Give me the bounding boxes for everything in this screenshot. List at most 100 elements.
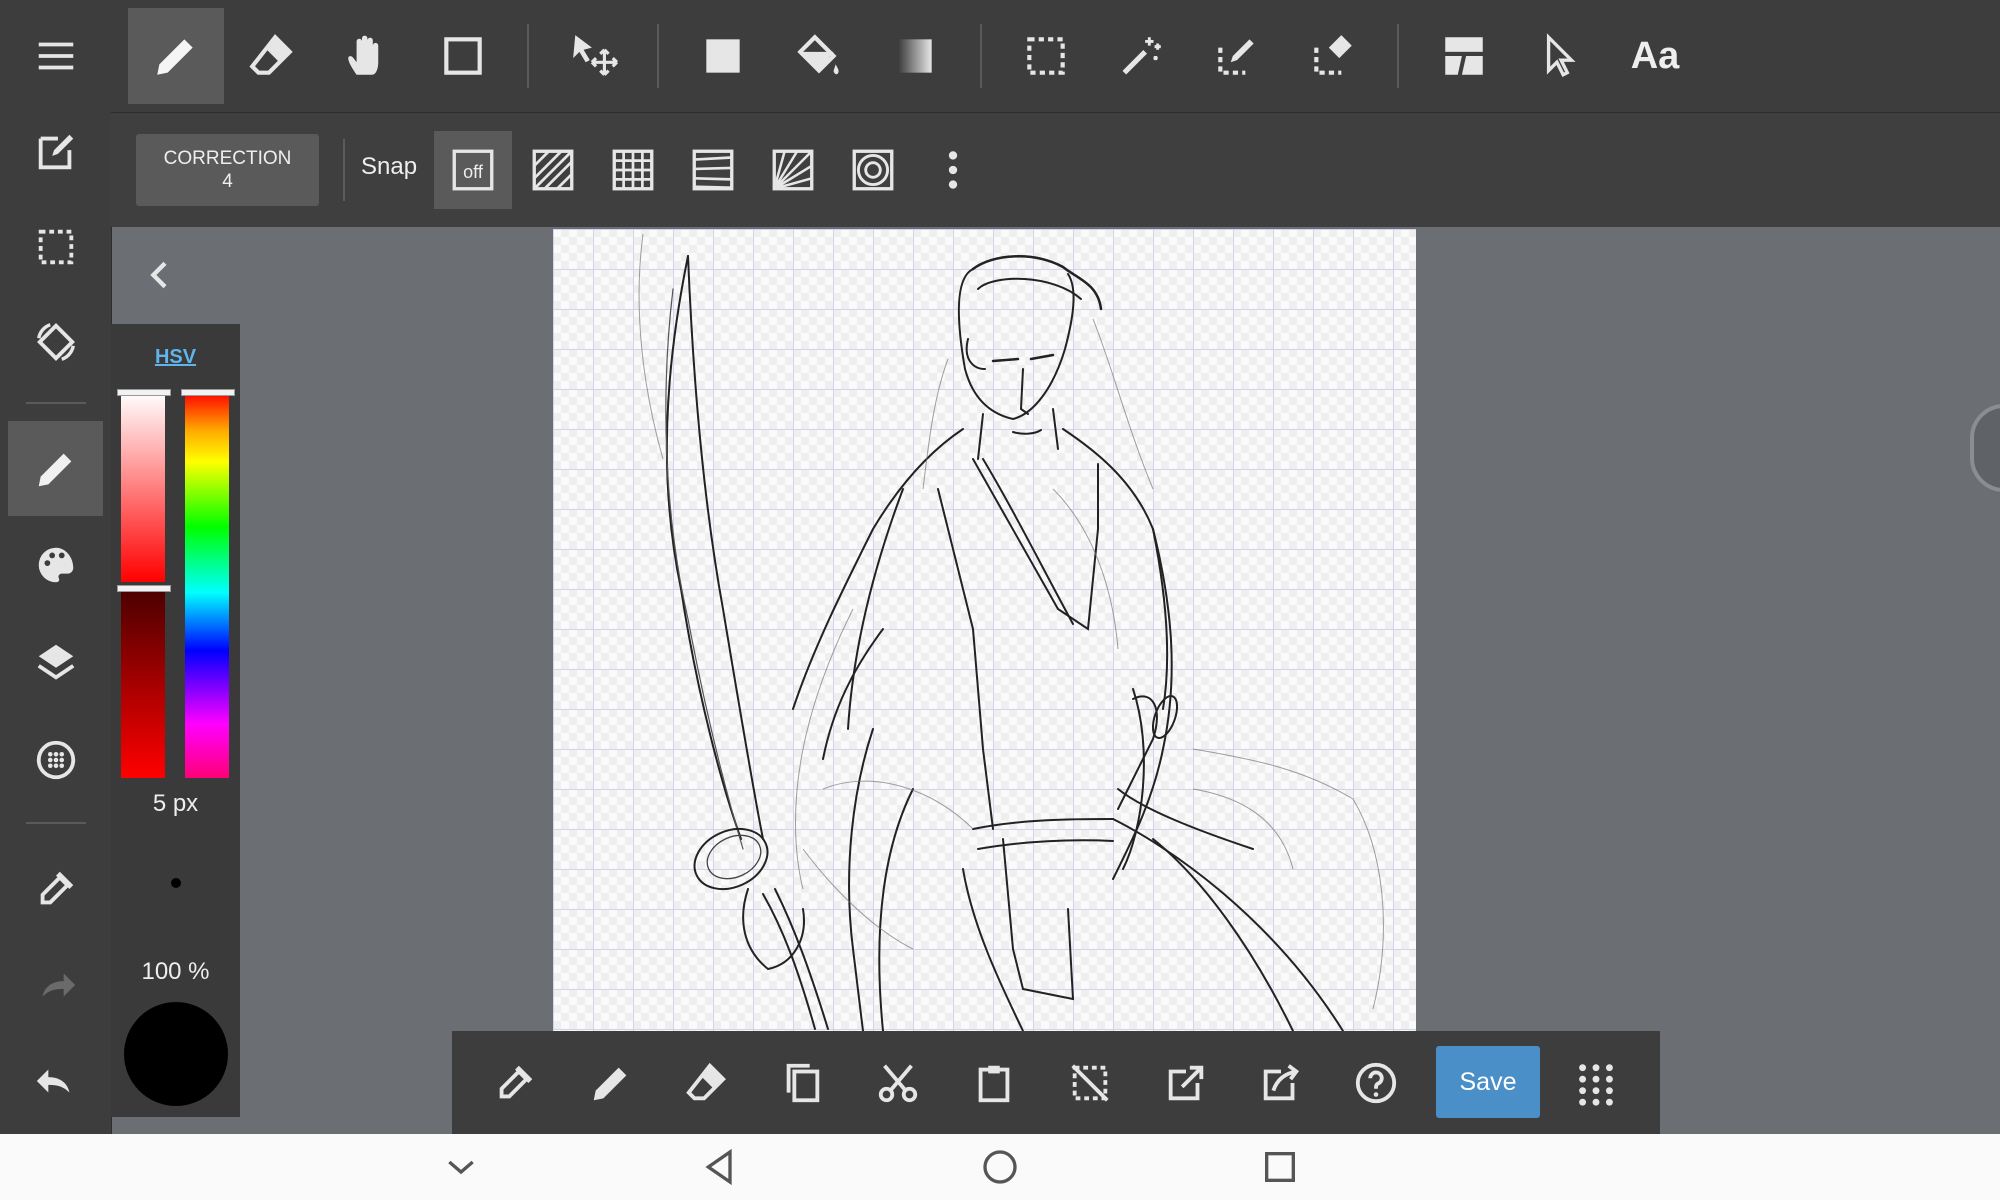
bottom-pen-button[interactable] — [573, 1045, 649, 1121]
back-button[interactable] — [695, 1142, 745, 1192]
toolbar-divider — [1397, 24, 1399, 88]
snap-more-button[interactable] — [914, 131, 992, 209]
pen-tool[interactable] — [128, 8, 224, 104]
correction-label: CORRECTION — [163, 148, 292, 169]
eraser-icon — [683, 1060, 729, 1106]
brush-size-label[interactable]: 5 px — [111, 790, 240, 818]
hand-icon — [342, 31, 392, 81]
bucket-tool[interactable] — [771, 8, 867, 104]
toolbar-divider — [527, 24, 529, 88]
gradient-tool[interactable] — [867, 8, 963, 104]
export-button[interactable] — [1243, 1045, 1319, 1121]
side-panel-handle[interactable] — [1970, 404, 2000, 492]
brush-options-bar: CORRECTION 4 Snap off — [111, 113, 2000, 227]
snap-radial-button[interactable] — [754, 131, 832, 209]
collapse-panel-button[interactable] — [140, 255, 180, 295]
pen-icon — [588, 1060, 634, 1106]
brush-settings-button[interactable] — [8, 712, 103, 807]
hand-tool[interactable] — [319, 8, 415, 104]
palette-button[interactable] — [8, 517, 103, 612]
toolbar-divider — [657, 24, 659, 88]
snap-label: Snap — [361, 153, 418, 180]
chevron-left-icon — [140, 255, 180, 295]
select-eraser-tool[interactable] — [1285, 8, 1381, 104]
bottom-eyedropper-button[interactable] — [477, 1045, 553, 1121]
menu-button[interactable] — [8, 8, 103, 103]
pen-tool-button[interactable] — [8, 421, 103, 516]
save-button[interactable]: Save — [1436, 1046, 1540, 1118]
fill-rect-tool[interactable] — [675, 8, 771, 104]
brush-size-preview — [171, 878, 181, 888]
transform-button[interactable] — [1148, 1045, 1224, 1121]
fill-rect-icon — [698, 31, 748, 81]
rotate-button[interactable] — [8, 294, 103, 389]
shape-tool[interactable] — [415, 8, 511, 104]
deselect-button[interactable] — [1052, 1045, 1128, 1121]
move-tool[interactable] — [546, 8, 642, 104]
select-rect-tool[interactable] — [998, 8, 1094, 104]
cut-button[interactable] — [860, 1045, 936, 1121]
sidebar-divider — [26, 822, 86, 824]
current-color-swatch[interactable] — [124, 1002, 228, 1106]
snap-circle-button[interactable] — [834, 131, 912, 209]
rotate-icon — [33, 319, 79, 365]
snap-grid-button[interactable] — [594, 131, 672, 209]
snap-parallel-button[interactable] — [514, 131, 592, 209]
text-tool-label: Aa — [1630, 34, 1680, 77]
pointer-tool[interactable] — [1511, 8, 1607, 104]
paste-button[interactable] — [956, 1045, 1032, 1121]
chevron-down-icon — [441, 1147, 481, 1187]
sidebar-divider — [26, 402, 86, 404]
help-button[interactable] — [1338, 1045, 1414, 1121]
select-eraser-icon — [1308, 31, 1358, 81]
hide-keyboard-button[interactable] — [436, 1142, 486, 1192]
snap-perspective-icon — [688, 145, 738, 195]
undo-button[interactable] — [8, 1033, 103, 1128]
color-panel: HSV 5 px 100 % — [111, 324, 240, 1117]
eraser-tool[interactable] — [223, 8, 319, 104]
magic-wand-icon — [1116, 31, 1166, 81]
hue-slider[interactable] — [185, 392, 229, 778]
snap-off-label: off — [463, 162, 483, 182]
gradient-icon — [890, 31, 940, 81]
layers-icon — [33, 639, 79, 685]
brush-settings-icon — [33, 737, 79, 783]
canvas-edit-button[interactable] — [8, 104, 103, 199]
eyedropper-icon — [492, 1060, 538, 1106]
select-pen-tool[interactable] — [1189, 8, 1285, 104]
snap-radial-icon — [768, 145, 818, 195]
hue-slider-handle[interactable] — [181, 389, 235, 396]
selection-button[interactable] — [8, 199, 103, 294]
text-tool[interactable]: Aa — [1607, 8, 1703, 104]
home-button[interactable] — [975, 1142, 1025, 1192]
saturation-slider[interactable] — [121, 392, 165, 582]
magic-wand-tool[interactable] — [1093, 8, 1189, 104]
snap-off-button[interactable]: off — [434, 131, 512, 209]
color-mode-link[interactable]: HSV — [111, 346, 240, 369]
correction-button[interactable]: CORRECTION 4 — [136, 134, 319, 206]
external-link-icon — [1163, 1060, 1209, 1106]
eyedropper-button[interactable] — [8, 841, 103, 936]
shape-icon — [438, 31, 488, 81]
layers-button[interactable] — [8, 614, 103, 709]
redo-icon — [33, 962, 79, 1008]
value-slider[interactable] — [121, 588, 165, 778]
edit-canvas-icon — [33, 129, 79, 175]
undo-icon — [33, 1058, 79, 1104]
recents-button[interactable] — [1255, 1142, 1305, 1192]
snap-perspective-button[interactable] — [674, 131, 752, 209]
samurai-sketch-drawing — [638, 233, 1384, 1031]
system-navigation-bar — [0, 1134, 2000, 1200]
top-toolbar: Aa — [111, 0, 2000, 113]
frame-divider-tool[interactable] — [1416, 8, 1512, 104]
redo-button[interactable] — [8, 937, 103, 1032]
saturation-slider-handle[interactable] — [117, 389, 171, 396]
bottom-eraser-button[interactable] — [668, 1045, 744, 1121]
copy-button[interactable] — [764, 1045, 840, 1121]
more-vertical-icon — [928, 145, 978, 195]
drawing-canvas[interactable] — [553, 229, 1416, 1031]
clipboard-icon — [971, 1060, 1017, 1106]
opacity-label[interactable]: 100 % — [111, 958, 240, 986]
more-apps-button[interactable] — [1558, 1045, 1634, 1121]
value-slider-handle[interactable] — [117, 585, 171, 592]
